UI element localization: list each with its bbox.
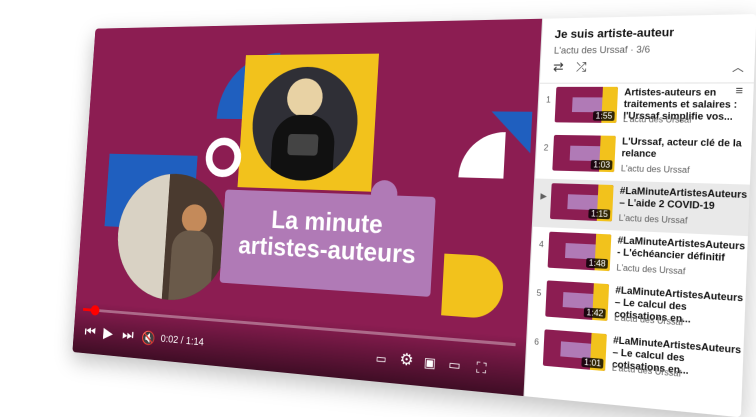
playlist-items: 1 1:55 Artistes-auteurs en traitements e… — [526, 82, 755, 392]
video-thumbnail[interactable]: 1:03 — [552, 135, 616, 172]
duration-badge: 1:15 — [589, 209, 611, 219]
video-title-overlay: La minute artistes-auteurs — [231, 204, 425, 269]
playlist-subtitle[interactable]: L'actu des Urssaf · 3/6 — [554, 44, 651, 56]
duration-badge: 1:48 — [586, 258, 608, 269]
screenshot-stage: La minute artistes-auteurs ⏮ ▶ ⏭ 🔇 0:02 … — [0, 0, 756, 412]
progress-scrubber[interactable] — [90, 305, 99, 316]
play-icon[interactable]: ▶ — [103, 324, 114, 345]
item-channel: L'actu des Urssaf — [621, 164, 690, 175]
playlist-header: Je suis artiste-auteur L'actu des Urssaf… — [540, 14, 756, 84]
playlist-panel: Je suis artiste-auteur L'actu des Urssaf… — [523, 14, 756, 417]
settings-gear-icon[interactable]: ⚙ — [399, 349, 414, 373]
youtube-embed: La minute artistes-auteurs ⏮ ▶ ⏭ 🔇 0:02 … — [72, 14, 756, 417]
video-thumbnail[interactable]: 1:01 — [543, 329, 607, 371]
fullscreen-icon[interactable]: ⛶ — [476, 356, 487, 380]
duration-badge: 1:03 — [591, 160, 613, 170]
item-channel: L'actu des Urssaf — [623, 115, 692, 125]
item-index: 6 — [531, 337, 542, 347]
white-ring-shape — [204, 137, 242, 177]
loop-icon[interactable]: ⇄ — [553, 60, 564, 75]
video-thumbnail[interactable]: 1:55 — [555, 87, 618, 123]
video-thumbnail[interactable]: 1:15 — [550, 183, 614, 221]
mute-icon[interactable]: 🔇 — [141, 327, 156, 349]
list-item[interactable]: 2 1:03 L'Urssaf, acteur clé de la relanc… — [535, 131, 753, 185]
time-display: 0:02 / 1:14 — [160, 328, 204, 353]
collapse-chevron-icon[interactable]: ︿ — [732, 58, 744, 75]
item-index: 5 — [534, 288, 545, 298]
item-title[interactable]: #LaMinuteArtistesAuteurs – L'aide 2 COVI… — [619, 185, 743, 213]
item-channel: L'actu des Urssaf — [618, 213, 687, 226]
list-item[interactable]: 1 1:55 Artistes-auteurs en traitements e… — [538, 82, 755, 133]
yellow-half-circle-shape — [441, 254, 504, 320]
subtitles-icon[interactable]: ▭ — [375, 347, 387, 370]
artist-painting-photo — [114, 172, 233, 304]
next-icon[interactable]: ⏭ — [121, 325, 134, 346]
item-title[interactable]: #LaMinuteArtistesAuteurs - L'échéancier … — [617, 235, 741, 265]
duration-badge: 1:01 — [582, 357, 604, 369]
previous-icon[interactable]: ⏮ — [84, 322, 97, 343]
duration-badge: 1:55 — [593, 111, 615, 121]
item-index: 4 — [536, 240, 547, 250]
duration-badge: 1:42 — [584, 307, 606, 318]
item-title[interactable]: L'Urssaf, acteur clé de la relance — [621, 136, 744, 162]
item-channel: L'actu des Urssaf — [616, 263, 685, 277]
video-player[interactable]: La minute artistes-auteurs ⏮ ▶ ⏭ 🔇 0:02 … — [72, 19, 542, 396]
playlist-title[interactable]: Je suis artiste-auteur — [554, 27, 674, 42]
miniplayer-icon[interactable]: ▣ — [423, 351, 436, 375]
now-playing-icon: ▶ — [538, 191, 549, 201]
video-thumbnail[interactable]: 1:42 — [545, 280, 609, 321]
theater-mode-icon[interactable]: ▭ — [448, 353, 461, 377]
shuffle-icon[interactable]: ⤮ — [576, 60, 587, 76]
item-index: 2 — [541, 143, 552, 153]
video-thumbnail[interactable]: 1:48 — [548, 232, 612, 271]
item-index: 1 — [543, 95, 554, 104]
blue-triangle-shape — [490, 111, 533, 153]
